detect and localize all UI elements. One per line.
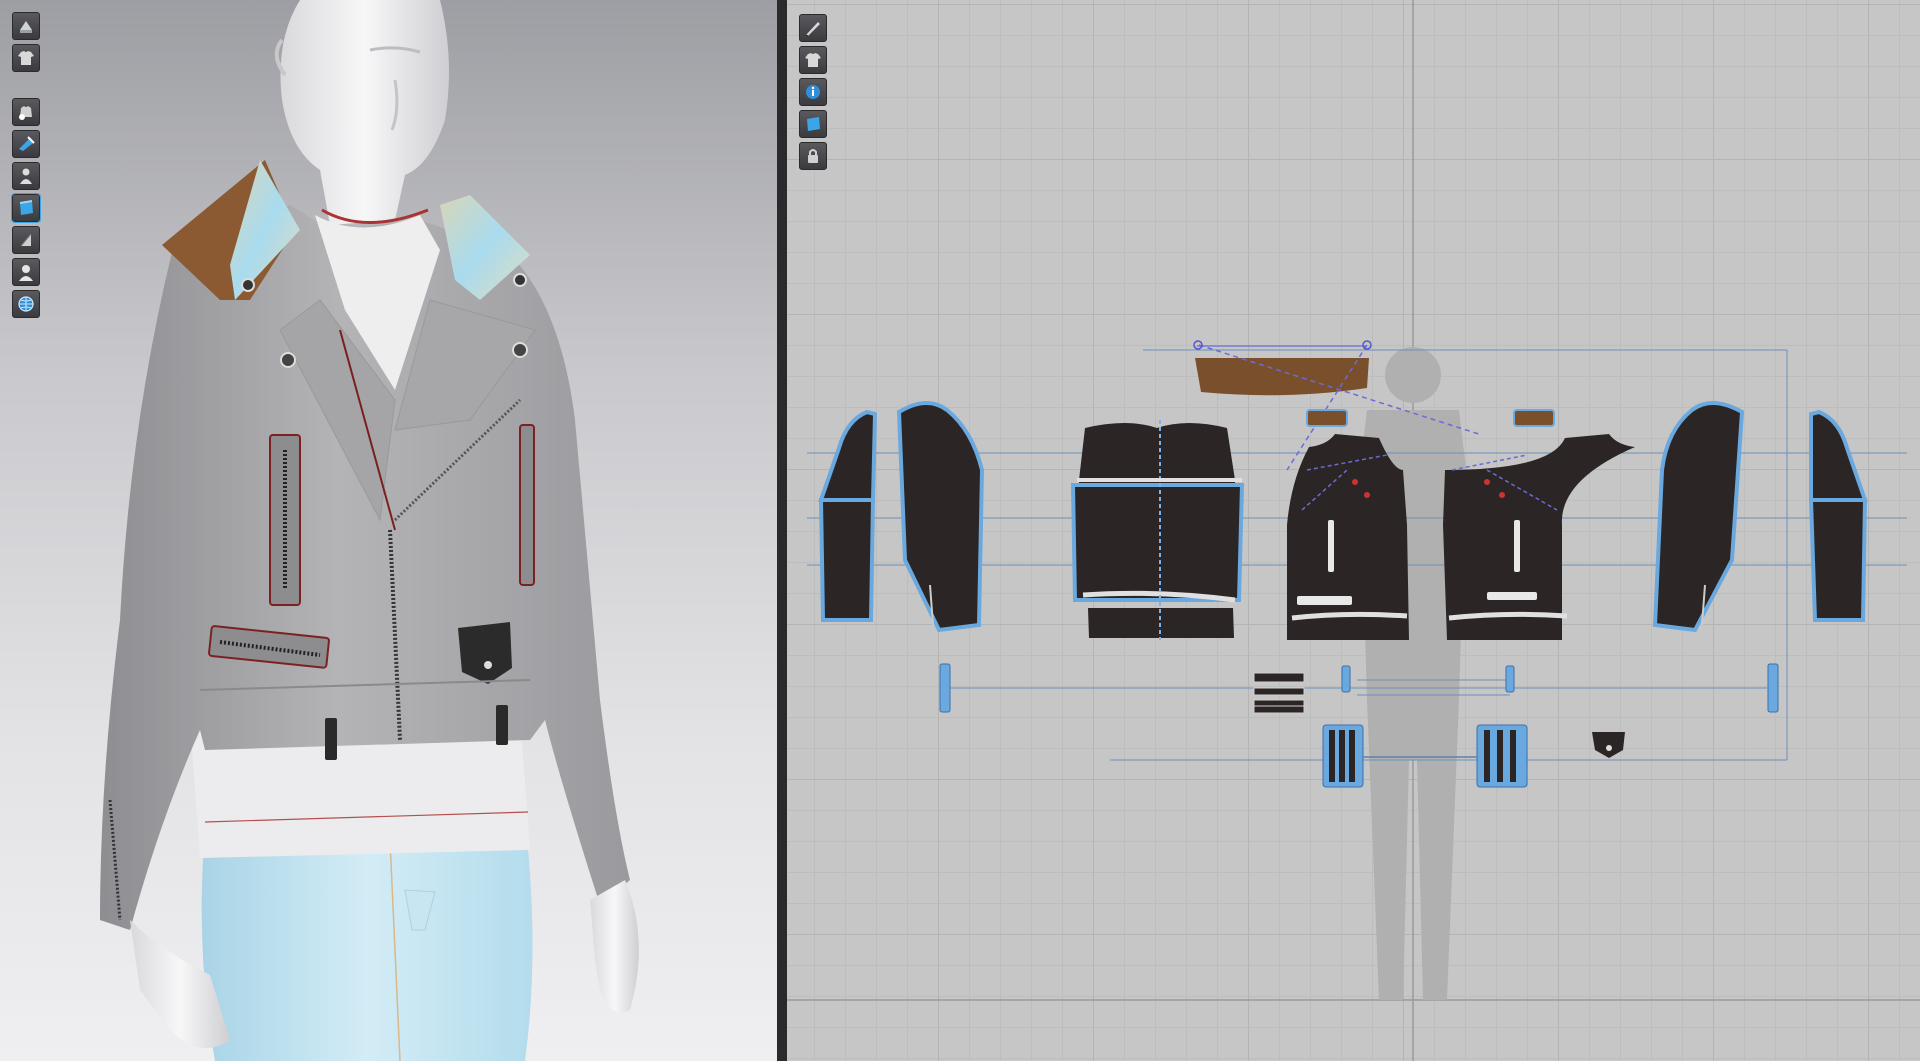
3d-garment-window[interactable] bbox=[0, 0, 777, 1061]
show-avatar-button[interactable] bbox=[12, 98, 40, 126]
info-button[interactable] bbox=[799, 78, 827, 106]
sleeve-left-under bbox=[818, 409, 878, 622]
avatar-pose-icon bbox=[15, 165, 37, 187]
surface-mode-button[interactable] bbox=[11, 193, 41, 223]
lock-icon bbox=[802, 145, 824, 167]
texture-view-button[interactable] bbox=[799, 110, 827, 138]
pattern-canvas bbox=[787, 0, 1920, 1061]
pocket-welts bbox=[1253, 672, 1305, 714]
globe-icon bbox=[15, 293, 37, 315]
collar-stand-left bbox=[1306, 409, 1348, 427]
garment-view-button[interactable] bbox=[799, 46, 827, 74]
texture-icon bbox=[15, 133, 37, 155]
app-window bbox=[0, 0, 1920, 1061]
avatar-display-icon bbox=[15, 261, 37, 283]
avatar-head bbox=[274, 0, 449, 225]
mesh-mode-button[interactable] bbox=[12, 226, 40, 254]
sleeve-right-under bbox=[1808, 409, 1868, 622]
coin-pocket-flap bbox=[1592, 732, 1625, 758]
avatar-scene bbox=[100, 0, 639, 1061]
globe-button[interactable] bbox=[12, 290, 40, 318]
edit-pattern-icon bbox=[802, 17, 824, 39]
edit-pattern-button[interactable] bbox=[799, 14, 827, 42]
show-avatar-icon bbox=[15, 101, 37, 123]
sleeve-left-upper bbox=[896, 401, 985, 633]
simulation-icon bbox=[15, 15, 37, 37]
front-left-panel bbox=[1287, 434, 1409, 640]
texture-view-icon bbox=[802, 113, 824, 135]
2d-pattern-window[interactable] bbox=[787, 0, 1920, 1061]
sleeve-right-upper bbox=[1652, 401, 1745, 633]
avatar-display-button[interactable] bbox=[12, 258, 40, 286]
back-panel bbox=[1070, 420, 1245, 640]
texture-button[interactable] bbox=[12, 130, 40, 158]
mesh-mode-icon bbox=[15, 229, 37, 251]
front-right-panel bbox=[1443, 434, 1635, 640]
info-icon bbox=[802, 81, 824, 103]
simulation-button[interactable] bbox=[12, 12, 40, 40]
collar-stand-right bbox=[1513, 409, 1555, 427]
avatar-right-hand bbox=[590, 880, 639, 1013]
garment-button[interactable] bbox=[12, 44, 40, 72]
avatar-pose-button[interactable] bbox=[12, 162, 40, 190]
2d-toolbar bbox=[799, 14, 827, 170]
surface-mode-icon bbox=[15, 197, 37, 219]
garment-view-icon bbox=[802, 49, 824, 71]
3d-toolbar bbox=[11, 12, 41, 318]
garment-icon bbox=[15, 47, 37, 69]
window-divider[interactable] bbox=[777, 0, 787, 1061]
lock-button[interactable] bbox=[799, 142, 827, 170]
